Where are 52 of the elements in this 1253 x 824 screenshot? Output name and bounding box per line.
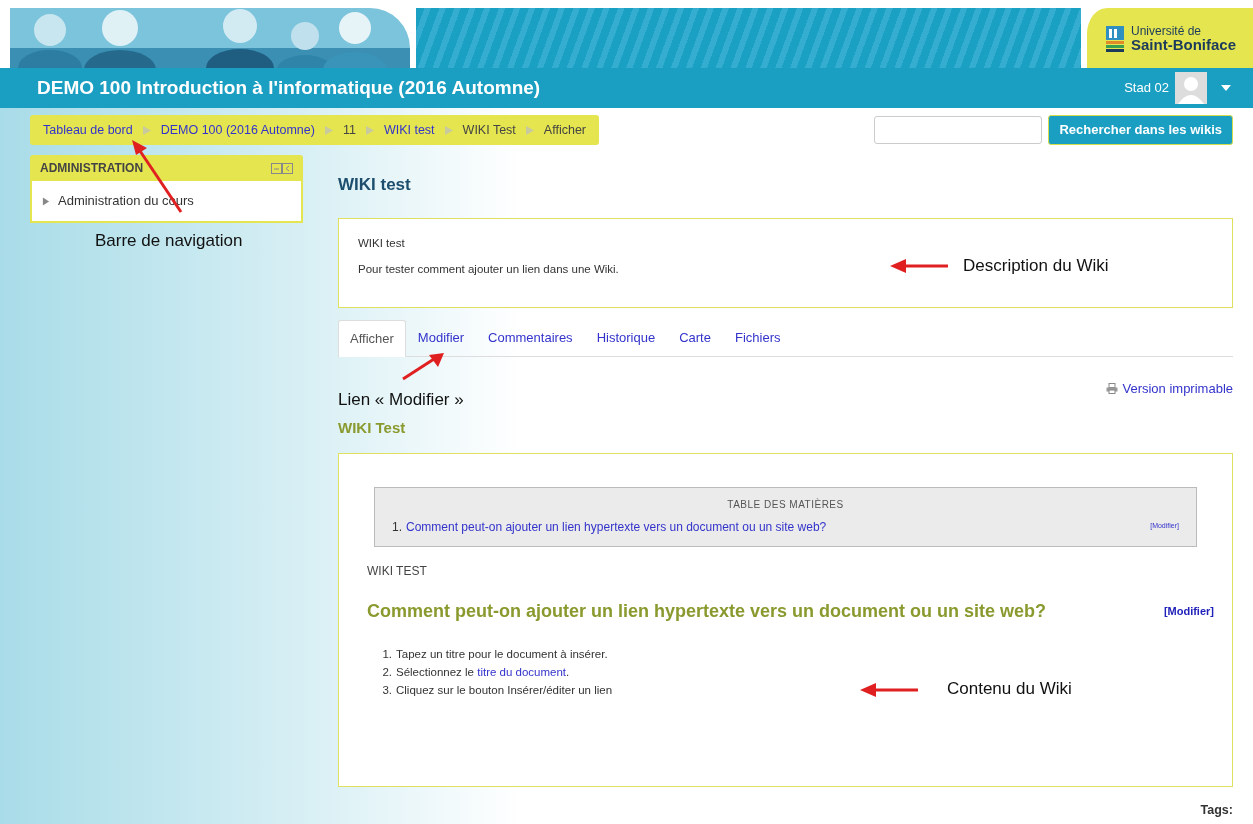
separator-icon: [365, 125, 374, 135]
logo-caption: Université de: [1131, 24, 1202, 37]
step-number: 1.: [382, 646, 392, 662]
description-name: WIKI test: [358, 235, 405, 251]
step-number: 2.: [382, 664, 392, 680]
tab[interactable]: Fichiers: [722, 319, 793, 356]
block-title: ADMINISTRATION: [40, 160, 144, 177]
annotation-label: Lien « Modifier »: [338, 390, 464, 410]
step-text: Cliquez sur le bouton Insérer/éditer un lien: [396, 682, 613, 698]
tags-label: Tags:: [1200, 801, 1233, 819]
tab[interactable]: Historique: [584, 319, 668, 356]
annotation-label: Description du Wiki: [963, 256, 1109, 276]
annotation-label: Contenu du Wiki: [947, 679, 1072, 699]
breadcrumb-link[interactable]: DEMO 100 (2016 Automne): [160, 120, 315, 140]
page-title: WIKI Test: [338, 418, 406, 438]
printer-icon[interactable]: [1106, 382, 1119, 394]
breadcrumb-item: WIKI Test: [462, 121, 516, 139]
description-text: Pour tester comment ajouter un lien dans une Wiki.: [358, 261, 619, 277]
search-field[interactable]: [874, 116, 1043, 144]
tab[interactable]: Afficher: [338, 319, 406, 357]
course-title: DEMO 100 Introduction à l'informatique (2016 Automne): [37, 75, 541, 100]
logo-name: Saint-Boniface: [1131, 36, 1236, 52]
block-controls-icon[interactable]: [271, 162, 293, 174]
tab[interactable]: Modifier: [405, 319, 477, 356]
section-heading: Comment peut-on ajouter un lien hypertexte vers un document ou un site web?: [367, 599, 1047, 623]
toc-title: TABLE DES MATIÈRES: [726, 497, 845, 512]
edit-link[interactable]: [Modifier]: [1163, 602, 1214, 620]
annotation-arrow: [860, 683, 920, 697]
breadcrumb-item: 11: [342, 121, 356, 139]
wiki-title: WIKI test: [338, 174, 412, 196]
separator-icon: [444, 125, 453, 135]
step-text: Sélectionnez le titre du document.: [396, 664, 570, 680]
expander-icon[interactable]: [42, 196, 50, 206]
breadcrumb-link[interactable]: WIKI test: [383, 120, 435, 140]
separator-icon: [324, 125, 333, 135]
content-heading: WIKI TEST: [367, 562, 428, 580]
annotation-label: Barre de navigation: [95, 231, 243, 251]
separator-icon: [142, 125, 151, 135]
breadcrumb-link[interactable]: Tableau de bord: [43, 120, 133, 140]
print-link[interactable]: Version imprimable: [1122, 378, 1233, 398]
annotation-arrow: [400, 352, 446, 382]
breadcrumb-item: Afficher: [543, 121, 586, 139]
tab[interactable]: Carte: [667, 319, 723, 356]
logo-icon: [1104, 24, 1126, 52]
toc-number: 1.: [392, 518, 402, 536]
step-text: Tapez un titre pour le document à insérer.: [396, 646, 608, 662]
separator-icon: [525, 125, 534, 135]
tab[interactable]: Commentaires: [476, 319, 585, 356]
annotation-arrow: [890, 259, 950, 273]
step-number: 3.: [382, 682, 392, 698]
caret-icon[interactable]: [1221, 85, 1231, 91]
toc-link[interactable]: Comment peut-on ajouter un lien hypertexte vers un document ou un site web?: [406, 517, 827, 536]
